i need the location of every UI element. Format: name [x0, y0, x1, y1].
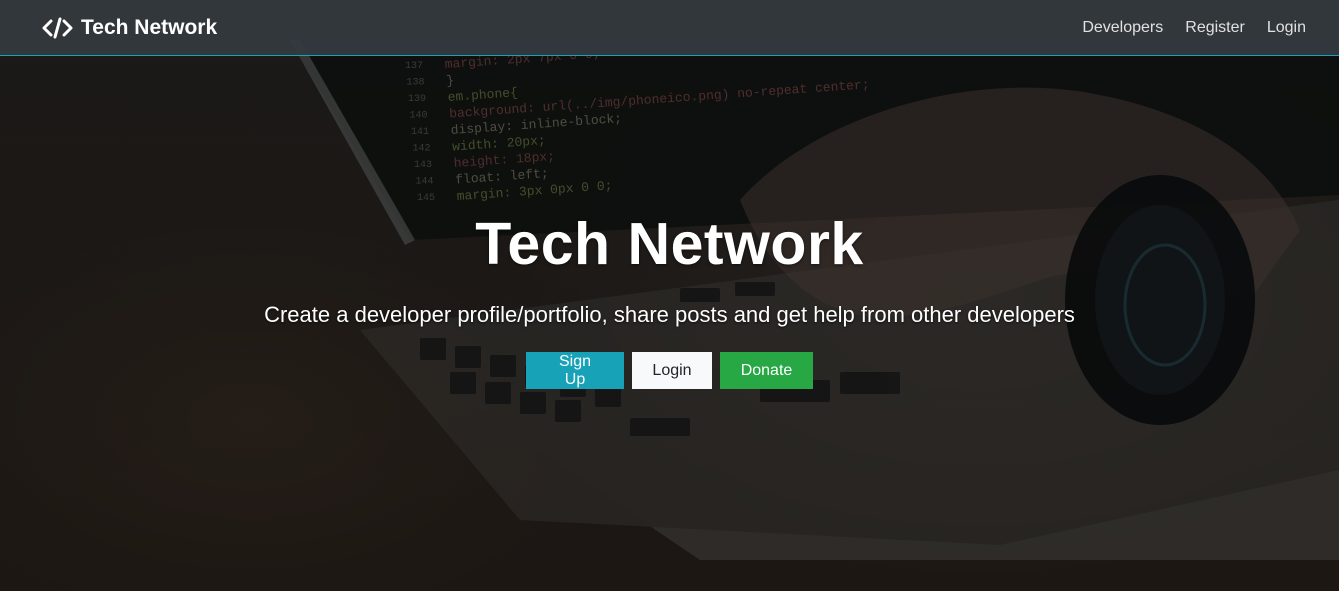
- signup-button[interactable]: Sign Up: [526, 352, 624, 389]
- code-icon: [42, 17, 73, 39]
- nav-links: Developers Register Login: [1060, 19, 1306, 37]
- hero-buttons: Sign Up Login Donate: [0, 352, 1339, 389]
- hero-title: Tech Network: [475, 211, 864, 277]
- hero-lead: Create a developer profile/portfolio, sh…: [264, 302, 1075, 327]
- nav-link-register[interactable]: Register: [1185, 19, 1245, 37]
- nav-link-developers[interactable]: Developers: [1082, 19, 1163, 37]
- login-button[interactable]: Login: [632, 352, 712, 389]
- brand-label: Tech Network: [81, 15, 218, 39]
- donate-button[interactable]: Donate: [720, 352, 813, 389]
- nav-link-login[interactable]: Login: [1267, 19, 1306, 37]
- navbar: Tech Network Developers Register Login: [0, 0, 1339, 56]
- brand-link[interactable]: Tech Network: [42, 16, 217, 40]
- hero-section: Tech Network Create a developer profile/…: [0, 57, 1339, 591]
- landing-page: 137 margin: 2px 7px 0 0; 138} 139 em.phone{1…: [0, 0, 1339, 591]
